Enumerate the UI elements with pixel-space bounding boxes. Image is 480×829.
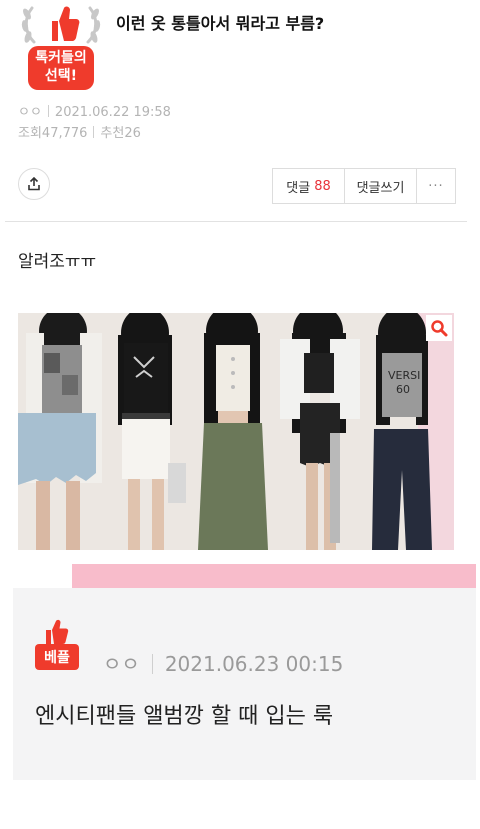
badge-label: 톡커들의 선택! <box>28 46 94 90</box>
share-icon <box>28 177 40 191</box>
thumbs-up-icon <box>46 619 69 644</box>
post-body: 알려조ㅠㅠ <box>18 252 97 272</box>
post-title: 이런 옷 통틀아서 뭐라고 부름? <box>116 14 325 33</box>
best-comment-box <box>13 588 476 780</box>
comments-label: 댓글 <box>286 180 311 196</box>
zoom-button[interactable] <box>426 315 452 341</box>
separator <box>47 105 49 117</box>
more-button[interactable]: ··· <box>417 169 455 203</box>
author-name[interactable]: ㅇㅇ <box>18 105 42 120</box>
divider <box>5 221 467 222</box>
recommend-count: 추천26 <box>100 126 141 141</box>
best-comment-badge: 베플 <box>35 618 79 672</box>
view-count: 조회47,776 <box>18 126 88 141</box>
comment-datetime: 2021.06.23 00:15 <box>164 652 344 676</box>
comment-text: 엔시티팬들 앨범깡 할 때 입는 룩 <box>35 704 334 729</box>
comments-count: 88 <box>314 178 331 194</box>
post-datetime: 2021.06.22 19:58 <box>54 105 171 120</box>
comments-button[interactable]: 댓글 88 <box>273 169 345 203</box>
separator <box>93 126 95 138</box>
post-meta-stats: 조회47,776 추천26 <box>18 122 141 141</box>
post-image[interactable]: VERSI 60 <box>18 313 454 550</box>
search-icon <box>431 320 448 337</box>
pink-bar <box>72 564 476 588</box>
comment-actions: 댓글 88 댓글쓰기 ··· <box>272 168 456 204</box>
share-button[interactable] <box>18 168 50 200</box>
best-comment-label: 베플 <box>35 644 79 670</box>
svg-text:VERSI: VERSI <box>388 369 420 382</box>
separator <box>151 654 153 674</box>
comment-meta: ㅇㅇ 2021.06.23 00:15 <box>103 648 343 677</box>
thumbs-up-icon <box>52 6 80 41</box>
svg-text:60: 60 <box>396 383 410 396</box>
outfit-photo: VERSI 60 <box>18 313 454 550</box>
comment-author[interactable]: ㅇㅇ <box>103 652 140 676</box>
post-meta-author: ㅇㅇ 2021.06.22 19:58 <box>18 101 171 120</box>
best-post-badge: 톡커들의 선택! <box>18 2 104 90</box>
write-comment-button[interactable]: 댓글쓰기 <box>345 169 417 203</box>
